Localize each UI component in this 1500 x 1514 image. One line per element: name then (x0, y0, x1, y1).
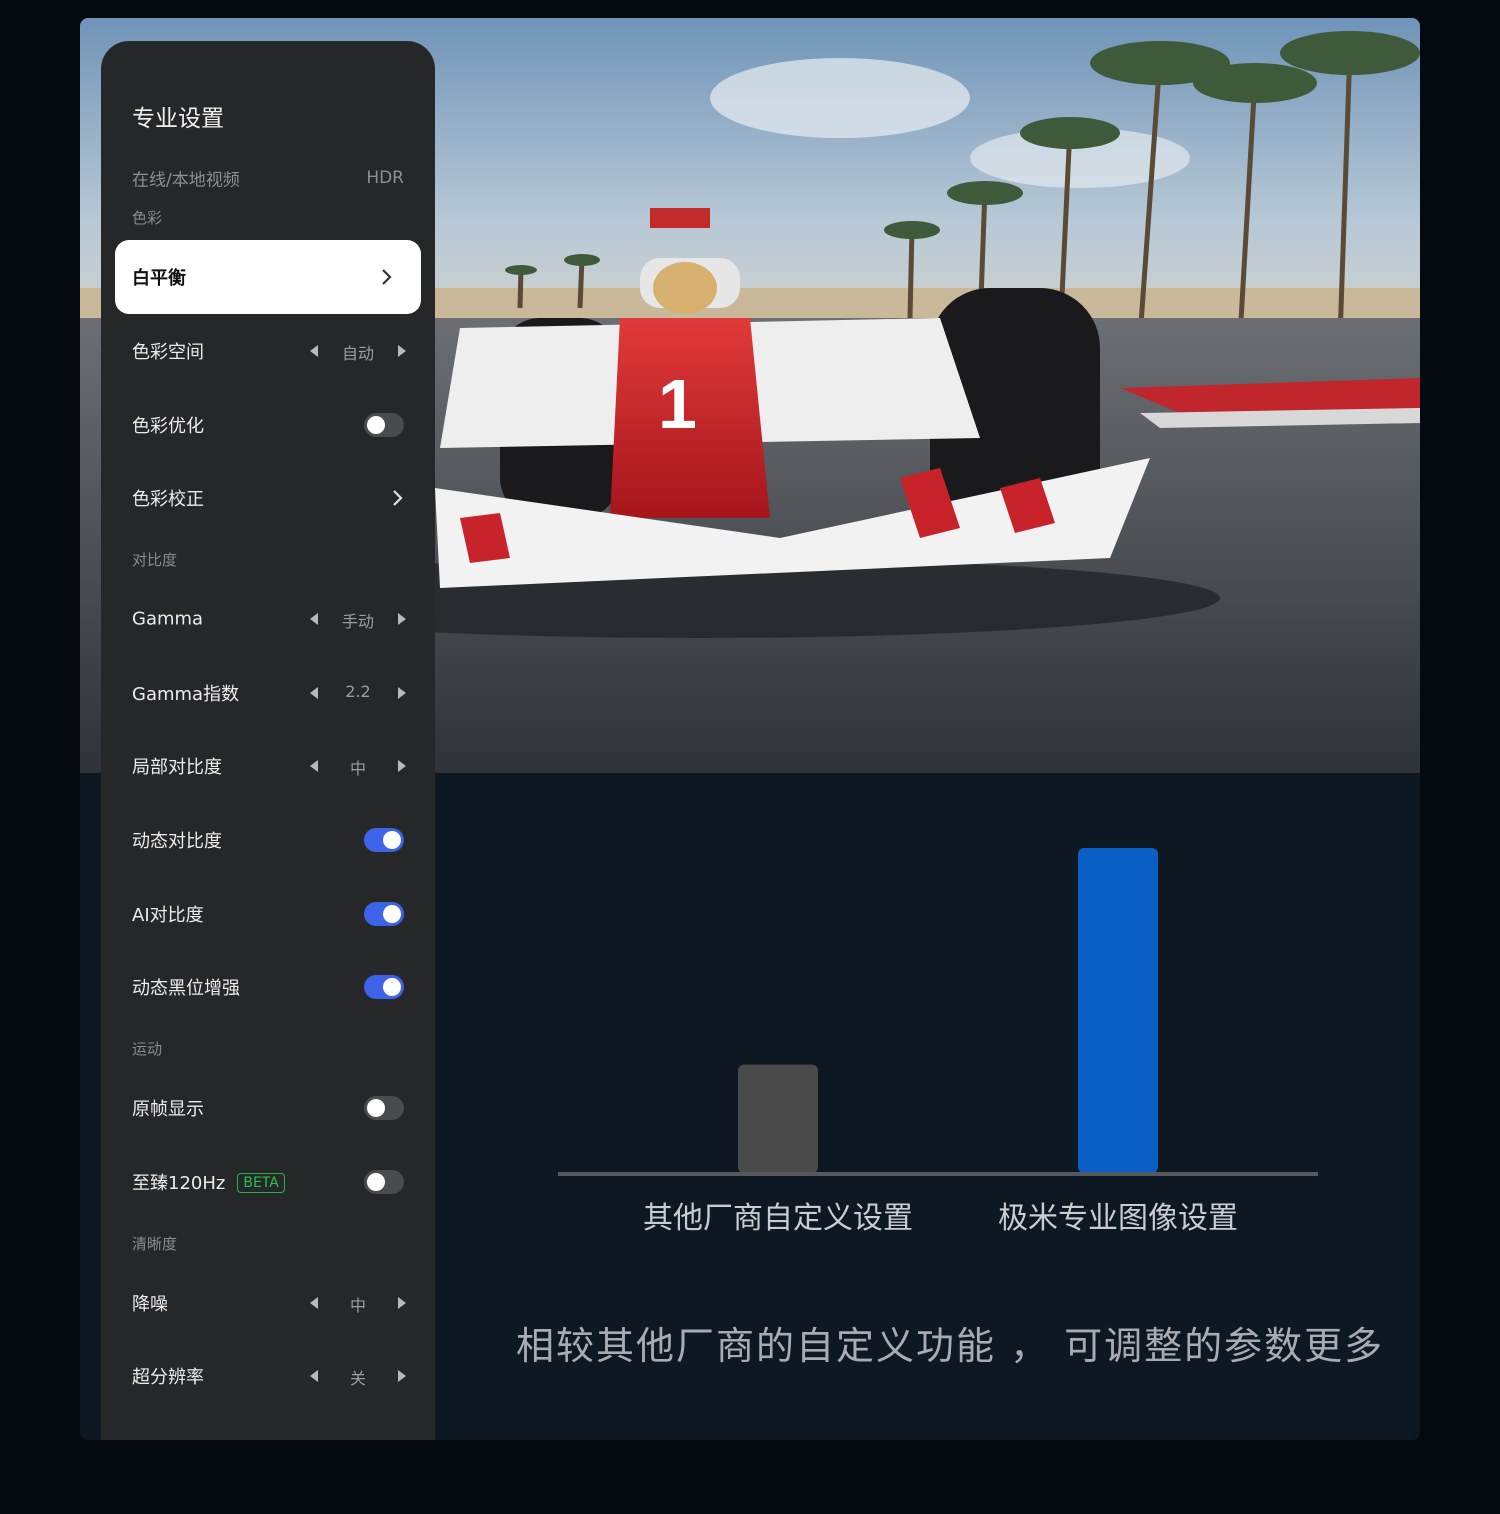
panel-title: 专业设置 (132, 106, 224, 132)
settings-item-label: Gamma (132, 608, 204, 630)
settings-item-color-space[interactable]: 色彩空间 自动 (101, 314, 435, 388)
settings-item-label: 白平衡 (132, 268, 186, 289)
settings-item-label: 局部对比度 (132, 757, 222, 778)
settings-item-label: 原帧显示 (132, 1099, 204, 1120)
toggle-knob (367, 1173, 385, 1191)
settings-item-color-optimize[interactable]: 色彩优化 (101, 388, 435, 462)
stepper-value: 手动 (341, 612, 374, 631)
value-stepper[interactable]: 2.2 (310, 681, 406, 705)
settings-item-label: AI对比度 (132, 905, 204, 926)
hero-card: 1 其他厂商自定义设置 极米专业图像设置 相较其他厂商的自定义功能 ， 可调整的… (80, 18, 1420, 1440)
settings-item-label: 超分辨率 (132, 1367, 204, 1388)
section-motion: 运动 (132, 1040, 163, 1058)
arrow-right-icon[interactable] (398, 687, 406, 699)
comparison-caption: 相较其他厂商的自定义功能 ， 可调整的参数更多 (516, 1324, 1385, 1368)
stepper-value: 中 (349, 1296, 366, 1315)
bar-0 (738, 1064, 818, 1173)
toggle-switch[interactable] (364, 1170, 404, 1194)
toggle-knob (367, 416, 385, 434)
professional-settings-panel: 专业设置 在线/本地视频 HDR 色彩 白平衡 色彩空间 自动 色彩优化 色彩校… (101, 41, 435, 1440)
arrow-right-icon[interactable] (398, 613, 406, 625)
settings-item-label: 至臻120Hz (132, 1173, 226, 1194)
settings-item-label: 降噪 (132, 1294, 168, 1315)
bar-1 (1078, 848, 1158, 1173)
arrow-right-icon[interactable] (398, 760, 406, 772)
toggle-switch[interactable] (364, 413, 404, 437)
settings-item-label: Gamma指数 (132, 684, 240, 705)
arrow-right-icon[interactable] (398, 345, 406, 357)
settings-item-local-contrast[interactable]: 局部对比度 中 (101, 729, 435, 803)
section-contrast: 对比度 (132, 551, 178, 569)
settings-item-gamma-index[interactable]: Gamma指数 2.2 (101, 656, 435, 730)
toggle-switch[interactable] (364, 828, 404, 852)
stepper-value: 中 (349, 759, 366, 778)
arrow-left-icon[interactable] (310, 760, 318, 772)
mode-value: HDR (366, 168, 404, 188)
stepper-value: 关 (349, 1369, 366, 1388)
settings-item-label: 色彩空间 (132, 342, 204, 363)
comparison-bar-chart: 其他厂商自定义设置 极米专业图像设置 (558, 848, 1318, 1248)
toggle-switch[interactable] (364, 902, 404, 926)
toggle-knob (383, 905, 401, 923)
settings-item-label-group: 至臻120Hz BETA (132, 1169, 285, 1195)
value-stepper[interactable]: 中 (310, 1291, 406, 1315)
value-stepper[interactable]: 中 (310, 754, 406, 778)
value-stepper[interactable]: 手动 (310, 607, 406, 631)
bar-chart-svg (558, 848, 1318, 1176)
toggle-knob (367, 1099, 385, 1117)
arrow-left-icon[interactable] (310, 345, 318, 357)
chevron-right-icon (393, 490, 403, 506)
arrow-left-icon[interactable] (310, 1297, 318, 1309)
toggle-switch[interactable] (364, 975, 404, 999)
value-stepper[interactable]: 自动 (310, 339, 406, 363)
mode-row[interactable]: 在线/本地视频 HDR (101, 141, 435, 215)
svg-text:1: 1 (658, 365, 697, 443)
settings-item-noise-reduction[interactable]: 降噪 中 (101, 1266, 435, 1340)
settings-item-super-resolution[interactable]: 超分辨率 关 (101, 1339, 435, 1413)
chevron-right-icon (382, 269, 392, 285)
arrow-right-icon[interactable] (398, 1370, 406, 1382)
stepper-value: 2.2 (345, 682, 371, 701)
mode-label: 在线/本地视频 (132, 170, 240, 191)
settings-item-ai-contrast[interactable]: AI对比度 (101, 877, 435, 951)
settings-item-label: 动态黑位增强 (132, 978, 240, 999)
value-stepper[interactable]: 关 (310, 1364, 406, 1388)
settings-item-label: 动态对比度 (132, 831, 222, 852)
stepper-value: 自动 (341, 344, 374, 363)
section-clarity: 清晰度 (132, 1235, 178, 1253)
toggle-knob (383, 831, 401, 849)
settings-item-gamma[interactable]: Gamma 手动 (101, 582, 435, 656)
arrow-left-icon[interactable] (310, 613, 318, 625)
toggle-knob (383, 978, 401, 996)
arrow-left-icon[interactable] (310, 687, 318, 699)
settings-item-dynamic-contrast[interactable]: 动态对比度 (101, 803, 435, 877)
settings-item-white-balance[interactable]: 白平衡 (115, 240, 421, 314)
arrow-left-icon[interactable] (310, 1370, 318, 1382)
toggle-switch[interactable] (364, 1096, 404, 1120)
settings-item-color-correction[interactable]: 色彩校正 (101, 461, 435, 535)
bar-category-label: 其他厂商自定义设置 (643, 1201, 913, 1236)
settings-item-original-frame[interactable]: 原帧显示 (101, 1071, 435, 1145)
settings-item-label: 色彩优化 (132, 416, 204, 437)
bar-category-label: 极米专业图像设置 (998, 1201, 1238, 1236)
section-color: 色彩 (132, 209, 163, 227)
settings-item-label: 色彩校正 (132, 489, 204, 510)
settings-item-120hz[interactable]: 至臻120Hz BETA (101, 1145, 435, 1219)
beta-badge: BETA (237, 1173, 285, 1193)
arrow-right-icon[interactable] (398, 1297, 406, 1309)
settings-item-dynamic-black-level[interactable]: 动态黑位增强 (101, 950, 435, 1024)
